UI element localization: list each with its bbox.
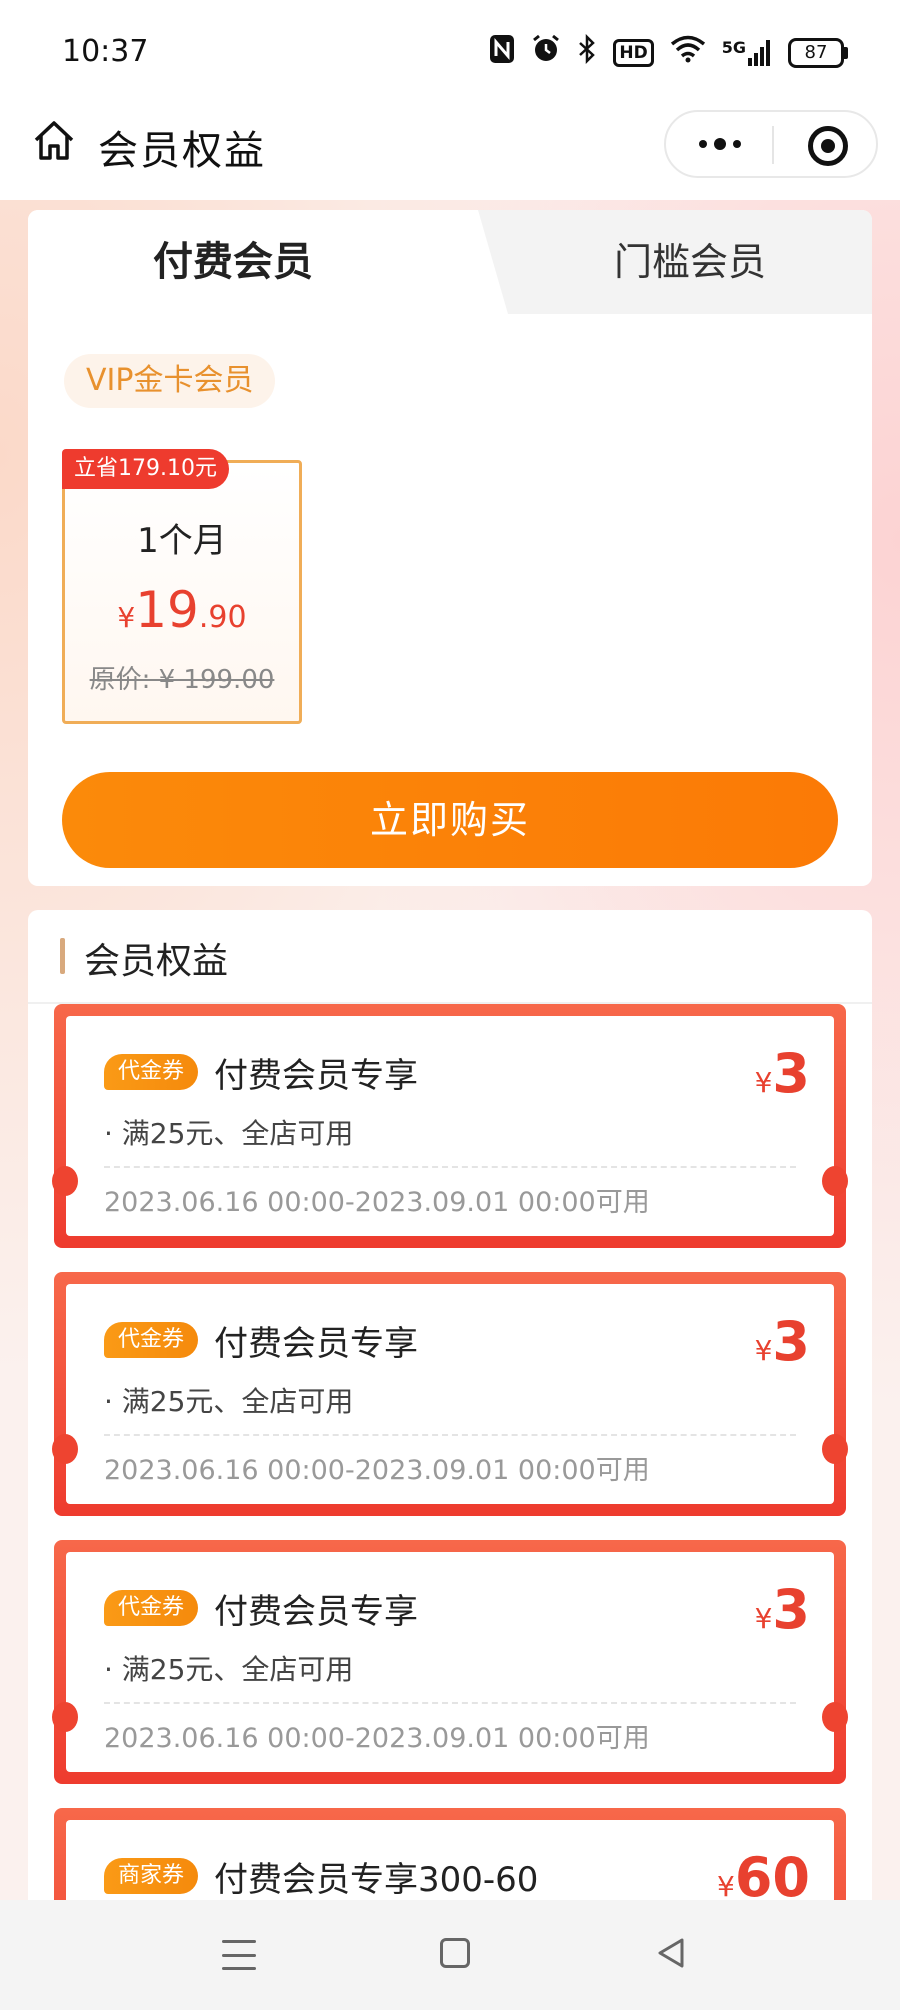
- status-icons: HD 5G 87: [489, 33, 848, 72]
- coupon-condition: · 满25元、全店可用: [104, 1117, 354, 1150]
- benefits-card: 会员权益 代金券 付费会员专享 ¥3 · 满25元、全店可用 2023.06.1…: [28, 910, 872, 1910]
- coupon-card[interactable]: 代金券 付费会员专享 ¥3 · 满25元、全店可用 2023.06.16 00:…: [52, 1272, 848, 1516]
- coupon-notch-right: [822, 1434, 848, 1464]
- coupon-validity: 2023.06.16 00:00-2023.09.01 00:00可用: [104, 1187, 650, 1218]
- bluetooth-icon: [577, 33, 597, 72]
- coupon-notch-left: [52, 1434, 78, 1464]
- coupon-currency: ¥: [717, 1870, 735, 1903]
- network-label: 5G: [721, 38, 746, 57]
- tab-threshold-member[interactable]: 门槛会员: [508, 210, 872, 314]
- original-price: 原价: ¥ 199.00: [89, 665, 275, 695]
- home-icon[interactable]: [30, 116, 78, 164]
- plan-period: 1个月: [137, 521, 227, 561]
- coupon-amount: ¥3: [755, 1042, 810, 1105]
- home-button-icon[interactable]: [440, 1938, 470, 1968]
- coupon-body: 商家券 付费会员专享300-60 ¥60: [66, 1820, 834, 1910]
- buy-now-button[interactable]: 立即购买: [62, 772, 838, 868]
- coupon-title: 付费会员专享300-60: [214, 1860, 539, 1900]
- price-decimal: .90: [198, 600, 247, 635]
- plan-price: ¥19.90: [65, 581, 299, 639]
- coupon-notch-right: [822, 1702, 848, 1732]
- coupon-condition: · 满25元、全店可用: [104, 1385, 354, 1418]
- section-accent-bar: [60, 938, 65, 974]
- coupon-validity: 2023.06.16 00:00-2023.09.01 00:00可用: [104, 1455, 650, 1486]
- battery-tip: [844, 47, 848, 59]
- system-navigation-bar: [0, 1900, 900, 2010]
- capsule-divider: [772, 126, 774, 164]
- coupon-title: 付费会员专享: [214, 1592, 418, 1632]
- close-miniprogram-icon[interactable]: [808, 126, 848, 166]
- status-bar: 10:37 HD 5G 87: [0, 0, 900, 100]
- coupon-notch-left: [52, 1702, 78, 1732]
- membership-tabs: 付费会员 门槛会员: [28, 210, 872, 314]
- coupon-type-tag: 代金券: [104, 1054, 199, 1090]
- coupon-card[interactable]: 代金券 付费会员专享 ¥3 · 满25元、全店可用 2023.06.16 00:…: [52, 1004, 848, 1248]
- vip-tier-tag: VIP金卡会员: [64, 354, 276, 408]
- plan-option-1-month[interactable]: 立省179.10元 1个月 ¥19.90 原价: ¥ 199.00: [62, 449, 302, 724]
- coupon-condition: · 满25元、全店可用: [104, 1653, 354, 1686]
- coupon-notch-right: [822, 1166, 848, 1196]
- coupon-amount: ¥3: [755, 1310, 810, 1373]
- alarm-icon: [531, 34, 561, 72]
- coupon-type-tag: 商家券: [104, 1858, 199, 1894]
- coupon-dashed-divider: [104, 1434, 796, 1436]
- nfc-icon: [489, 34, 515, 72]
- more-options-icon[interactable]: [692, 132, 748, 156]
- recent-apps-icon[interactable]: [222, 1940, 256, 1970]
- coupon-type-tag: 代金券: [104, 1322, 199, 1358]
- wifi-icon: [670, 35, 706, 71]
- benefits-section-title: 会员权益: [84, 941, 229, 982]
- battery-level: 87: [788, 38, 844, 68]
- hd-icon: HD: [613, 39, 654, 67]
- price-integer: 19: [135, 581, 199, 639]
- coupon-value: 3: [772, 1310, 810, 1373]
- coupon-dashed-divider: [104, 1166, 796, 1168]
- coupon-title: 付费会员专享: [214, 1056, 418, 1096]
- coupon-card[interactable]: 代金券 付费会员专享 ¥3 · 满25元、全店可用 2023.06.16 00:…: [52, 1540, 848, 1784]
- coupon-validity: 2023.06.16 00:00-2023.09.01 00:00可用: [104, 1723, 650, 1754]
- coupon-body: 代金券 付费会员专享 ¥3 · 满25元、全店可用 2023.06.16 00:…: [52, 1284, 848, 1504]
- coupon-amount: ¥3: [755, 1578, 810, 1641]
- page-title: 会员权益: [98, 128, 266, 174]
- coupon-currency: ¥: [754, 1602, 773, 1635]
- coupon-dashed-divider: [104, 1702, 796, 1704]
- coupon-notch-left: [52, 1166, 78, 1196]
- coupon-currency: ¥: [754, 1066, 773, 1099]
- price-currency: ¥: [117, 601, 136, 634]
- coupon-body: 代金券 付费会员专享 ¥3 · 满25元、全店可用 2023.06.16 00:…: [52, 1552, 848, 1772]
- tab-paid-member[interactable]: 付费会员: [28, 210, 468, 314]
- coupon-body: 代金券 付费会员专享 ¥3 · 满25元、全店可用 2023.06.16 00:…: [52, 1016, 848, 1236]
- battery-icon: 87: [788, 38, 848, 68]
- save-badge: 立省179.10元: [62, 449, 229, 489]
- coupon-title: 付费会员专享: [214, 1324, 418, 1364]
- navigation-header: 会员权益: [0, 100, 900, 200]
- coupon-type-tag: 代金券: [104, 1590, 199, 1626]
- miniprogram-capsule: [664, 110, 878, 178]
- back-icon[interactable]: [654, 1936, 688, 1970]
- coupon-value: 3: [772, 1042, 810, 1105]
- coupon-currency: ¥: [754, 1334, 773, 1367]
- signal-5g-icon: 5G: [722, 40, 772, 66]
- membership-card: 付费会员 门槛会员 VIP金卡会员 立省179.10元 1个月 ¥19.90 原…: [28, 210, 872, 886]
- status-time: 10:37: [62, 34, 149, 69]
- coupon-value: 3: [772, 1578, 810, 1641]
- coupon-card[interactable]: 商家券 付费会员专享300-60 ¥60: [54, 1808, 846, 1910]
